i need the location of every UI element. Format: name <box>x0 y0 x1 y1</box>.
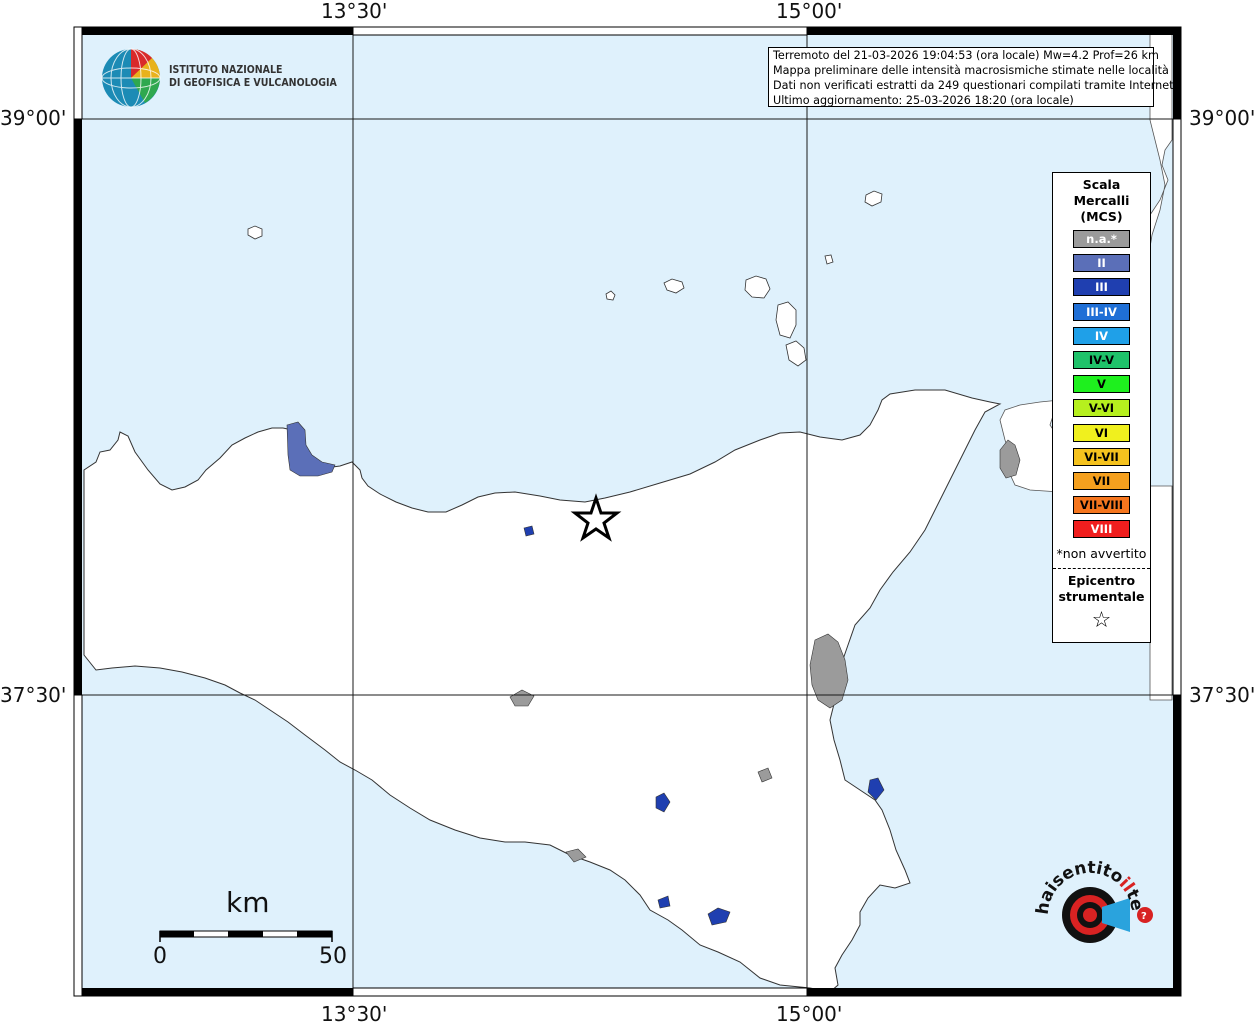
institute-name-line1: ISTITUTO NAZIONALE <box>169 64 283 76</box>
legend-epicenter-label: Epicentro strumentale <box>1053 573 1150 605</box>
lon-label-bottom-1: 13°30' <box>321 1002 388 1026</box>
legend-swatch: V <box>1073 375 1130 394</box>
legend-title-line1: Scala <box>1082 177 1121 192</box>
scale-max-label: 50 <box>319 944 347 969</box>
lon-label-top-2: 15°00' <box>776 0 843 23</box>
legend-swatch: VI <box>1073 423 1130 442</box>
legend-separator <box>1053 568 1150 569</box>
legend-swatch: n.a.* <box>1073 230 1130 248</box>
legend-epicenter-star-icon: ☆ <box>1091 608 1112 633</box>
ingv-logo <box>101 48 161 108</box>
legend-swatch: II <box>1073 254 1130 273</box>
institute-name-line2: DI GEOFISICA E VULCANOLOGIA <box>169 77 337 89</box>
legend-swatch: III <box>1073 278 1130 297</box>
lat-label-left-2: 37°30' <box>0 683 67 707</box>
event-info-box: Terremoto del 21-03-2026 19:04:53 (ora l… <box>768 47 1178 107</box>
event-info-line3: Dati non verificati estratti da 249 ques… <box>773 79 1178 92</box>
event-info-line2: Mappa preliminare delle intensità macros… <box>773 64 1169 77</box>
intensity-legend: Scala Mercalli (MCS) n.a.* II III III-IV IV I… <box>1052 172 1151 643</box>
legend-swatch: VIII <box>1073 520 1130 539</box>
svg-text:?: ? <box>1141 911 1147 922</box>
lon-label-bottom-2: 15°00' <box>776 1002 843 1026</box>
legend-swatch: VII-VIII <box>1073 496 1130 515</box>
legend-epicenter-line1: Epicentro <box>1067 573 1136 588</box>
legend-swatch: IV-V <box>1073 351 1130 369</box>
legend-swatch: III-IV <box>1073 302 1130 321</box>
scale-min-label: 0 <box>153 944 167 969</box>
lat-label-left-1: 39°00' <box>0 106 67 130</box>
legend-na-note: *non avvertito <box>1056 546 1147 561</box>
lon-label-top-1: 13°30' <box>321 0 388 23</box>
event-info-line4: Ultimo aggiornamento: 25-03-2026 18:20 (… <box>773 94 1074 107</box>
lat-label-right-2: 37°30' <box>1189 683 1254 707</box>
legend-title-line2: Mercalli <box>1073 193 1130 208</box>
scale-unit-label: km <box>226 886 270 919</box>
legend-swatch: VI-VII <box>1073 447 1130 466</box>
legend-swatch: V-VI <box>1073 399 1130 418</box>
legend-swatch: IV <box>1073 326 1130 345</box>
lat-label-right-1: 39°00' <box>1189 106 1254 130</box>
intensity-area-iii-5 <box>523 525 535 537</box>
legend-title: Scala Mercalli (MCS) <box>1053 177 1150 225</box>
legend-epicenter-line2: strumentale <box>1058 589 1145 604</box>
institute-name: ISTITUTO NAZIONALE DI GEOFISICA E VULCAN… <box>169 64 337 90</box>
event-info-line1: Terremoto del 21-03-2026 19:04:53 (ora l… <box>773 49 1159 62</box>
legend-swatch: VII <box>1073 472 1130 490</box>
legend-title-line3: (MCS) <box>1080 209 1123 224</box>
